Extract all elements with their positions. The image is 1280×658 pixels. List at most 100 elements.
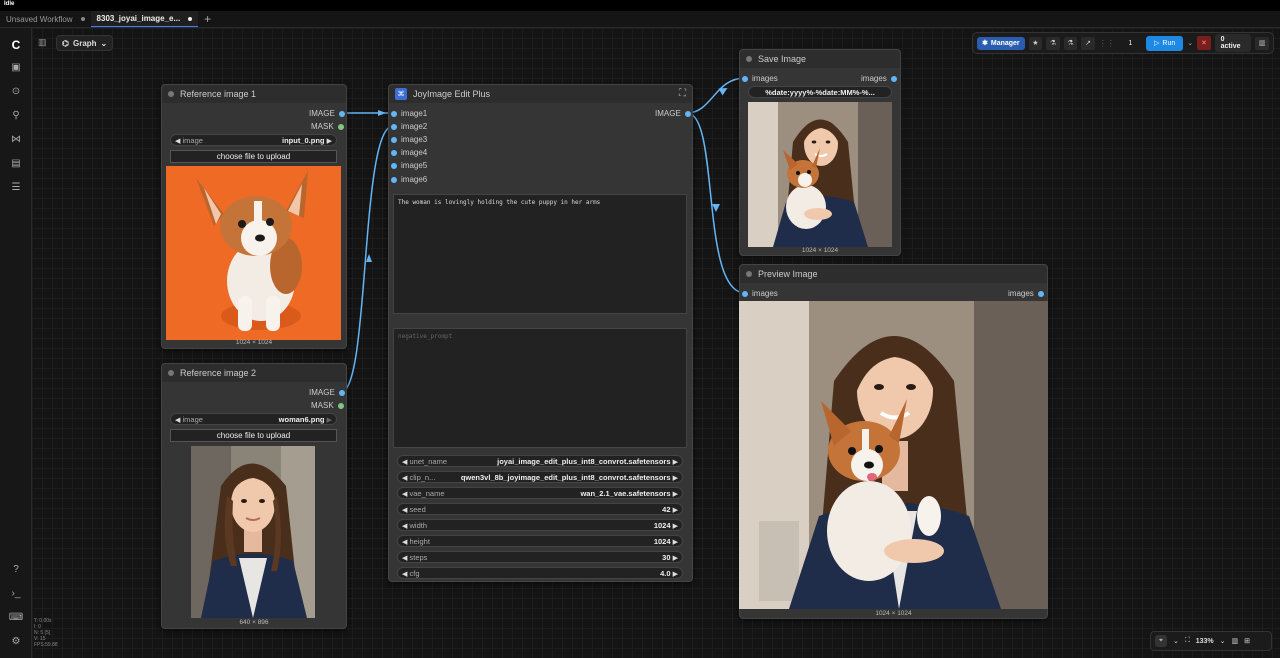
node-header[interactable]: ⌘ JoyImage Edit Plus <box>389 85 692 103</box>
link-visibility-icon[interactable]: ⊞ <box>1244 637 1250 645</box>
input-port-icon[interactable] <box>391 136 397 143</box>
select-pointer-icon[interactable]: ⌖ <box>1155 635 1167 647</box>
zoom-level[interactable]: 133% <box>1196 638 1214 645</box>
input-port-icon[interactable] <box>391 123 397 130</box>
output-image[interactable]: IMAGE <box>309 109 345 118</box>
output-port-icon[interactable] <box>338 110 345 117</box>
steps-widget[interactable]: ◀ steps 30 ▶ <box>397 551 683 563</box>
minimap-icon[interactable]: ▥ <box>1232 637 1239 645</box>
input-port-icon[interactable] <box>391 162 397 169</box>
expand-icon[interactable]: ⛶ <box>679 88 686 99</box>
input-image3[interactable]: image3 <box>391 135 427 144</box>
widget-label: height <box>409 536 430 546</box>
negative-prompt-textarea[interactable]: negative_prompt <box>393 328 687 448</box>
node-header[interactable]: Preview Image <box>740 265 1047 283</box>
input-images[interactable]: images <box>742 74 778 83</box>
filename-prefix-widget[interactable]: %date:yyyy%-%date:MM%-%... <box>748 86 892 98</box>
arrow-right-icon[interactable]: ▶ <box>327 417 332 424</box>
arrow-left-icon[interactable]: ◀ <box>402 507 407 514</box>
fit-view-icon[interactable]: ⛶ <box>1185 637 1190 645</box>
output-port-icon[interactable] <box>1037 290 1044 297</box>
input-port-icon[interactable] <box>391 149 397 156</box>
input-images[interactable]: images <box>742 289 778 298</box>
output-port-icon[interactable] <box>890 75 897 82</box>
arrow-right-icon[interactable]: ▶ <box>673 459 678 466</box>
prompt-textarea[interactable]: The woman is lovingly holding the cute p… <box>393 194 687 314</box>
input-port-icon[interactable] <box>391 110 397 117</box>
woman-with-puppy-image <box>739 301 1048 609</box>
input-image4[interactable]: image4 <box>391 148 427 157</box>
output-images[interactable]: images <box>1008 289 1044 298</box>
width-widget[interactable]: ◀ width 1024 ▶ <box>397 519 683 531</box>
arrow-right-icon[interactable]: ▶ <box>673 491 678 498</box>
height-widget[interactable]: ◀ height 1024 ▶ <box>397 535 683 547</box>
input-image1[interactable]: image1 <box>391 109 427 118</box>
link-ref2-image2 <box>340 125 394 393</box>
node-header[interactable]: Reference image 2 <box>162 364 346 382</box>
output-image[interactable]: IMAGE <box>655 109 691 118</box>
output-mask[interactable]: MASK <box>311 401 344 410</box>
widget-value: 4.0 <box>660 568 671 578</box>
collapse-dot-icon[interactable] <box>168 370 174 376</box>
vae-name-widget[interactable]: ◀ vae_name wan_2.1_vae.safetensors ▶ <box>397 487 683 499</box>
arrow-left-icon[interactable]: ◀ <box>402 539 407 546</box>
widget-label: image <box>182 414 203 424</box>
arrow-right-icon[interactable]: ▶ <box>673 507 678 514</box>
arrow-left-icon[interactable]: ◀ <box>402 475 407 482</box>
arrow-left-icon[interactable]: ◀ <box>402 555 407 562</box>
input-image2[interactable]: image2 <box>391 122 427 131</box>
node-header[interactable]: Save Image <box>740 50 900 68</box>
output-image[interactable]: IMAGE <box>309 388 345 397</box>
node-title: Save Image <box>758 54 807 64</box>
output-port-icon[interactable] <box>684 110 691 117</box>
input-image6[interactable]: image6 <box>391 175 427 184</box>
arrow-left-icon[interactable]: ◀ <box>175 417 180 424</box>
image-select-widget[interactable]: ◀ image input_0.png ▶ <box>170 134 337 146</box>
arrow-right-icon[interactable]: ▶ <box>673 571 678 578</box>
widget-label: cfg <box>409 568 420 578</box>
input-label: images <box>752 289 778 298</box>
output-label: IMAGE <box>309 109 335 118</box>
cfg-widget[interactable]: ◀ cfg 4.0 ▶ <box>397 567 683 579</box>
input-port-icon[interactable] <box>742 290 748 297</box>
input-port-icon[interactable] <box>742 75 748 82</box>
chevron-down-icon[interactable]: ⌄ <box>1173 637 1179 645</box>
arrow-right-icon[interactable]: ▶ <box>673 523 678 530</box>
seed-widget[interactable]: ◀ seed 42 ▶ <box>397 503 683 515</box>
arrow-left-icon[interactable]: ◀ <box>402 571 407 578</box>
upload-button[interactable]: choose file to upload <box>170 429 337 442</box>
output-port-icon[interactable] <box>337 123 344 130</box>
link-joy-preview <box>686 112 746 294</box>
arrow-left-icon[interactable]: ◀ <box>402 491 407 498</box>
arrow-right-icon[interactable]: ▶ <box>673 555 678 562</box>
corgi-puppy-image <box>166 166 341 340</box>
image-select-widget[interactable]: ◀ image woman6.png ▶ <box>170 413 337 425</box>
output-images[interactable]: images <box>861 74 897 83</box>
widget-value: woman6.png <box>278 414 325 424</box>
widget-label: unet_name <box>409 456 448 466</box>
arrow-left-icon[interactable]: ◀ <box>175 138 180 145</box>
widget-value: 1024 <box>653 536 671 546</box>
arrow-right-icon[interactable]: ▶ <box>673 475 678 482</box>
widget-label: width <box>409 520 427 530</box>
arrow-right-icon[interactable]: ▶ <box>673 539 678 546</box>
arrow-right-icon[interactable]: ▶ <box>327 138 332 145</box>
arrow-left-icon[interactable]: ◀ <box>402 523 407 530</box>
input-port-icon[interactable] <box>391 176 397 183</box>
collapse-dot-icon[interactable] <box>168 91 174 97</box>
collapse-dot-icon[interactable] <box>746 56 752 62</box>
preview-image-display <box>739 301 1048 609</box>
widget-value: joyai_image_edit_plus_int8_convrot.safet… <box>497 456 671 466</box>
output-port-icon[interactable] <box>337 402 344 409</box>
node-header[interactable]: Reference image 1 <box>162 85 346 103</box>
clip-name-widget[interactable]: ◀ clip_n... qwen3vl_8b_joyimage_edit_plu… <box>397 471 683 483</box>
chevron-down-icon[interactable]: ⌄ <box>1220 637 1226 645</box>
collapse-dot-icon[interactable] <box>746 271 752 277</box>
widget-value: qwen3vl_8b_joyimage_edit_plus_int8_convr… <box>460 472 671 482</box>
arrow-left-icon[interactable]: ◀ <box>402 459 407 466</box>
output-mask[interactable]: MASK <box>311 122 344 131</box>
input-image5[interactable]: image5 <box>391 161 427 170</box>
output-port-icon[interactable] <box>338 389 345 396</box>
unet-name-widget[interactable]: ◀ unet_name joyai_image_edit_plus_int8_c… <box>397 455 683 467</box>
upload-button[interactable]: choose file to upload <box>170 150 337 163</box>
